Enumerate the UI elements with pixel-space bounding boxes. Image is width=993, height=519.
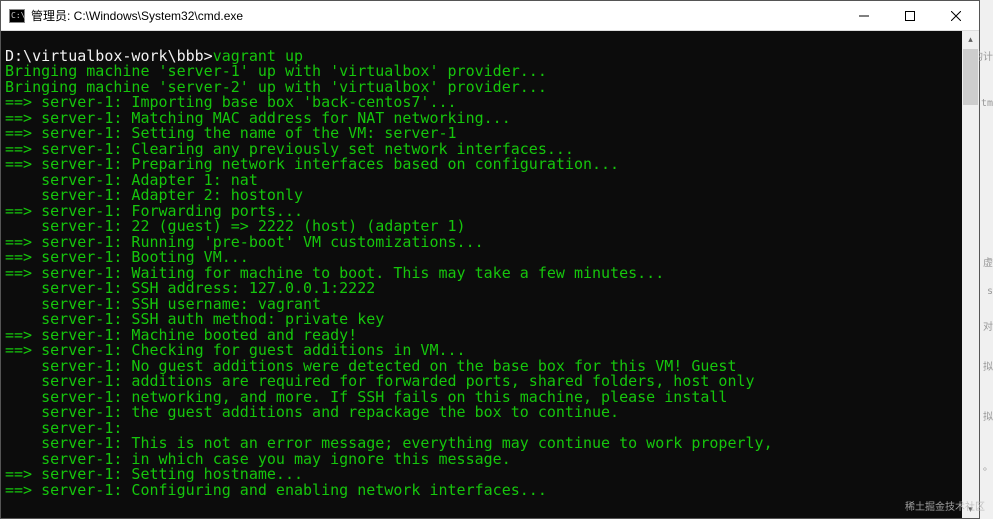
terminal-output[interactable]: D:\virtualbox-work\bbb>vagrant upBringin… xyxy=(1,31,962,518)
bg-text: 拟 xyxy=(983,358,993,373)
close-button[interactable] xyxy=(933,1,979,31)
bg-text: s xyxy=(987,286,993,297)
minimize-button[interactable] xyxy=(841,1,887,31)
cmd-icon: C:\ xyxy=(9,9,25,23)
bg-text: 虚 xyxy=(983,254,993,269)
scrollbar-thumb[interactable] xyxy=(963,49,978,105)
cmd-window: C:\ 管理员: C:\Windows\System32\cmd.exe D:\… xyxy=(0,0,980,519)
maximize-button[interactable] xyxy=(887,1,933,31)
titlebar[interactable]: C:\ 管理员: C:\Windows\System32\cmd.exe xyxy=(1,1,979,31)
bg-text: 拟 xyxy=(983,408,993,423)
close-icon xyxy=(951,11,961,21)
scroll-up-arrow[interactable]: ▴ xyxy=(962,31,979,48)
terminal-line: ==> server-1: Configuring and enabling n… xyxy=(5,483,960,499)
maximize-icon xyxy=(905,11,915,21)
window-title: 管理员: C:\Windows\System32\cmd.exe xyxy=(31,7,841,24)
vertical-scrollbar[interactable]: ▴ ▾ xyxy=(962,31,979,518)
terminal-area: D:\virtualbox-work\bbb>vagrant upBringin… xyxy=(1,31,979,518)
minimize-icon xyxy=(859,11,869,21)
window-controls xyxy=(841,1,979,31)
watermark-text: 稀土掘金技术社区 xyxy=(905,498,985,513)
bg-text: 对 xyxy=(983,318,993,333)
bg-text: 。 xyxy=(983,458,993,473)
bg-text: tm xyxy=(981,98,993,109)
terminal-line: server-1: the guest additions and repack… xyxy=(5,405,960,421)
